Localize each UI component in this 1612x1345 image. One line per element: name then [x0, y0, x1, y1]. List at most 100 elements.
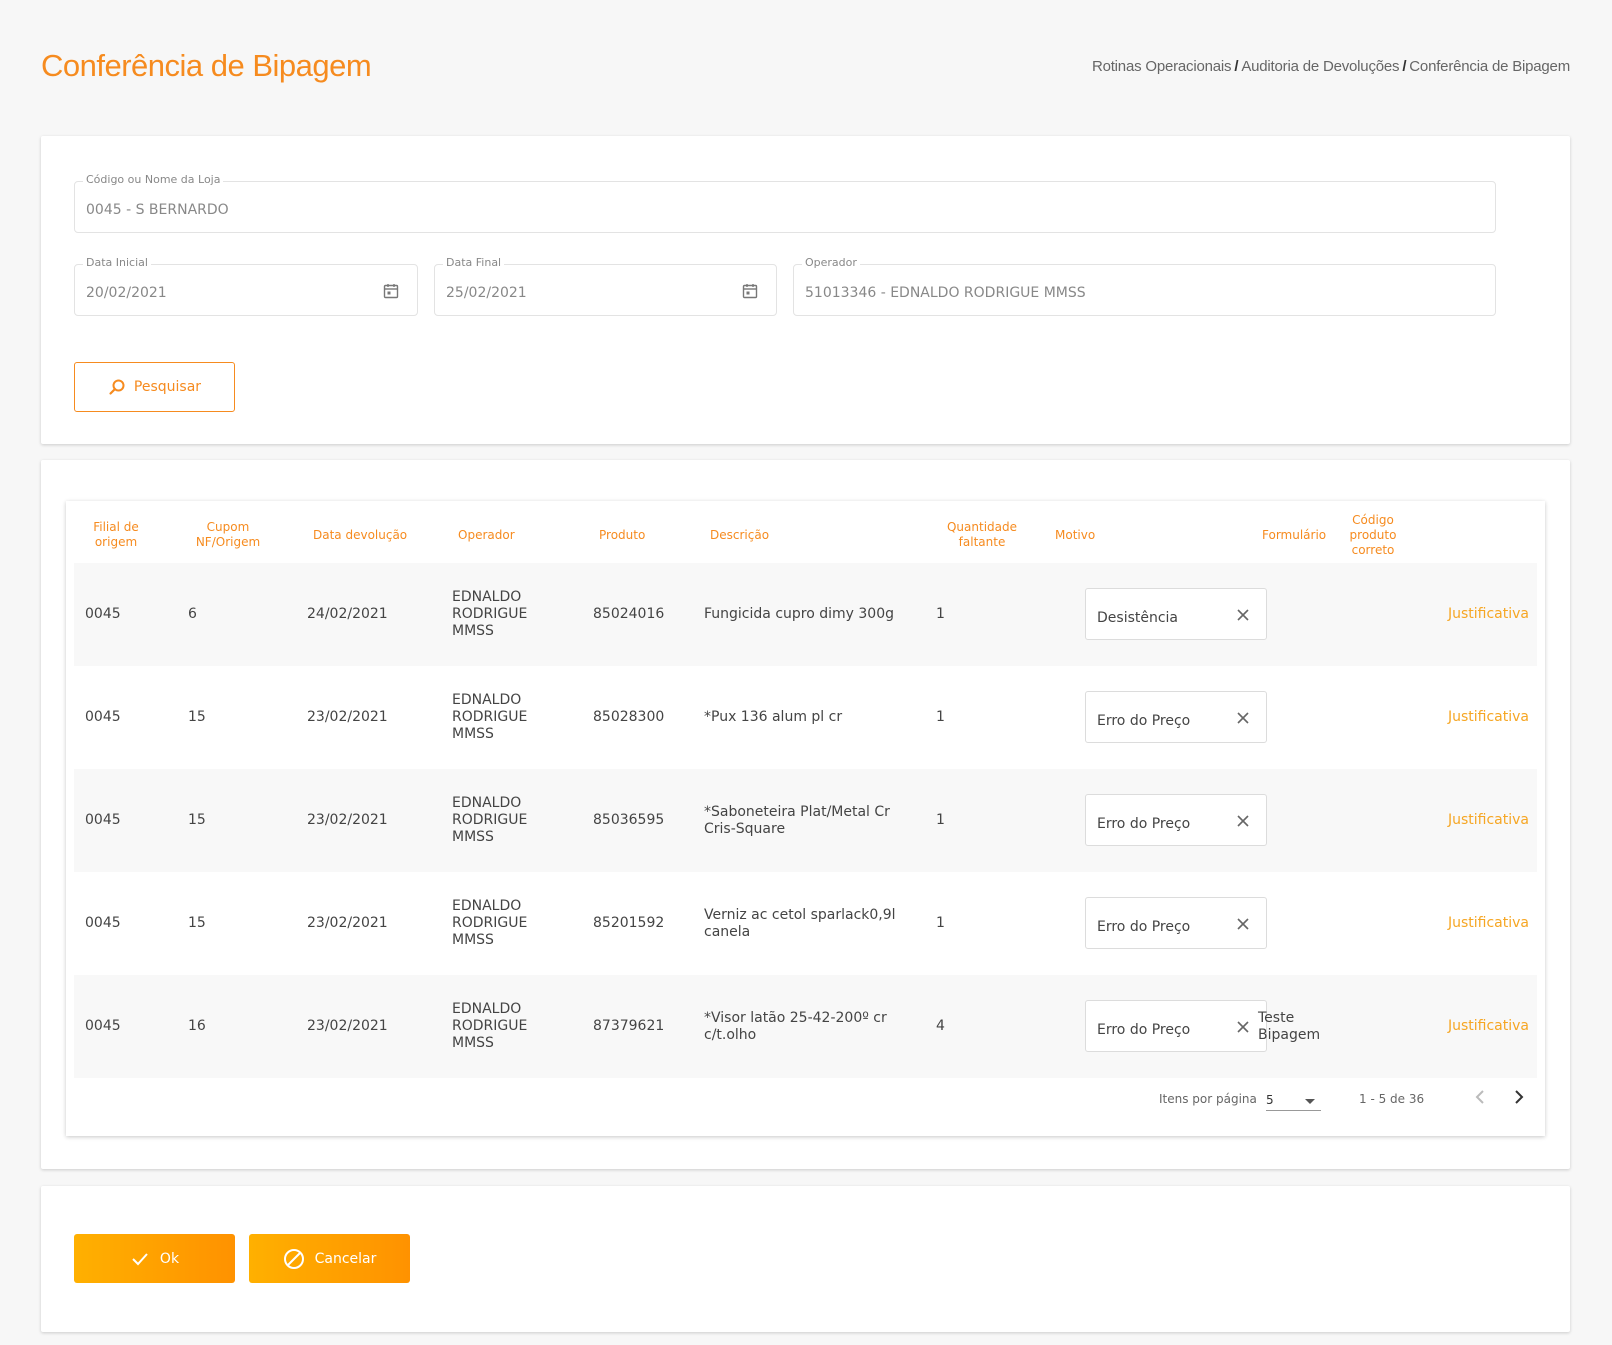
cell-data: 23/02/2021 — [307, 812, 388, 828]
search-icon — [109, 379, 125, 395]
table-row: 0045 15 23/02/2021 EDNALDO RODRIGUE MMSS 8… — [74, 872, 1537, 975]
filters-card: Código ou Nome da Loja 0045 - S BERNARDO… — [41, 136, 1570, 444]
data-final-label: Data Final — [443, 256, 505, 269]
cell-quantidade: 1 — [936, 606, 945, 622]
cell-operador: EDNALDO RODRIGUE MMSS — [452, 692, 528, 742]
cell-data: 23/02/2021 — [307, 915, 388, 931]
motivo-select[interactable]: Erro do Preço — [1085, 691, 1267, 743]
cell-formulario: Teste Bipagem — [1258, 1010, 1321, 1043]
cell-cupom: 15 — [188, 709, 206, 725]
page-range-label: 1 - 5 de 36 — [1359, 1092, 1425, 1106]
page-title: Conferência de Bipagem — [41, 48, 372, 83]
col-header-filial[interactable]: Filial de origem — [88, 520, 144, 550]
motivo-value: Erro do Preço — [1097, 713, 1191, 729]
caret-down-icon — [1305, 1099, 1315, 1104]
breadcrumb-separator: / — [1234, 58, 1239, 75]
cancel-icon — [283, 1248, 304, 1269]
loja-label: Código ou Nome da Loja — [83, 173, 224, 186]
close-icon[interactable] — [1236, 608, 1250, 622]
motivo-select[interactable]: Erro do Preço — [1085, 1000, 1267, 1052]
motivo-select[interactable]: Erro do Preço — [1085, 897, 1267, 949]
table-row: 0045 15 23/02/2021 EDNALDO RODRIGUE MMSS 8… — [74, 769, 1537, 872]
close-icon[interactable] — [1236, 1020, 1250, 1034]
cell-produto: 85028300 — [593, 709, 665, 725]
loja-field[interactable]: Código ou Nome da Loja 0045 - S BERNARDO — [74, 173, 1496, 233]
justificativa-link[interactable]: Justificativa — [1448, 709, 1529, 725]
cell-filial: 0045 — [85, 1018, 121, 1034]
operador-field[interactable]: Operador 51013346 - EDNALDO RODRIGUE MMS… — [793, 256, 1496, 316]
page-size-select[interactable]: 5 — [1266, 1089, 1321, 1111]
cell-descricao: *Visor latão 25-42-200º cr c/t.olho — [704, 1010, 887, 1043]
cell-produto: 85036595 — [593, 812, 665, 828]
calendar-icon[interactable] — [742, 283, 758, 299]
motivo-select[interactable]: Erro do Preço — [1085, 794, 1267, 846]
col-header-formulario[interactable]: Formulário — [1262, 528, 1326, 543]
motivo-value: Erro do Preço — [1097, 919, 1191, 935]
cell-descricao: Fungicida cupro dimy 300g — [704, 606, 894, 622]
cell-filial: 0045 — [85, 915, 121, 931]
cell-cupom: 6 — [188, 606, 197, 622]
data-inicial-field[interactable]: Data Inicial 20/02/2021 — [74, 256, 418, 316]
pesquisar-button[interactable]: Pesquisar — [74, 362, 235, 412]
data-final-field[interactable]: Data Final 25/02/2021 — [434, 256, 777, 316]
operador-value: 51013346 - EDNALDO RODRIGUE MMSS — [805, 285, 1086, 301]
breadcrumb-item-current: Conferência de Bipagem — [1409, 58, 1570, 75]
close-icon[interactable] — [1236, 917, 1250, 931]
cell-quantidade: 1 — [936, 915, 945, 931]
loja-value: 0045 - S BERNARDO — [86, 202, 229, 218]
cell-filial: 0045 — [85, 812, 121, 828]
col-header-motivo[interactable]: Motivo — [1055, 528, 1095, 543]
breadcrumb-item-rotinas[interactable]: Rotinas Operacionais — [1092, 58, 1232, 75]
col-header-quantidade[interactable]: Quantidade faltante — [942, 520, 1022, 550]
motivo-select[interactable]: Desistência — [1085, 588, 1267, 640]
col-header-codigo[interactable]: Código produto correto — [1338, 513, 1408, 558]
ok-label: Ok — [159, 1250, 180, 1267]
cell-cupom: 16 — [188, 1018, 206, 1034]
page-size-value: 5 — [1266, 1093, 1274, 1107]
col-header-operador[interactable]: Operador — [458, 528, 515, 543]
chevron-right-icon[interactable] — [1507, 1085, 1531, 1109]
cell-operador: EDNALDO RODRIGUE MMSS — [452, 589, 528, 639]
data-inicial-value: 20/02/2021 — [86, 285, 167, 301]
cell-descricao: *Pux 136 alum pl cr — [704, 709, 843, 725]
justificativa-link[interactable]: Justificativa — [1448, 1018, 1529, 1034]
cell-operador: EDNALDO RODRIGUE MMSS — [452, 898, 528, 948]
cancel-button[interactable]: Cancelar — [249, 1234, 410, 1283]
cell-data: 23/02/2021 — [307, 1018, 388, 1034]
paginator: Itens por página 5 1 - 5 de 36 — [66, 1063, 1545, 1136]
breadcrumb-item-auditoria[interactable]: Auditoria de Devoluções — [1241, 58, 1399, 75]
cell-produto: 85201592 — [593, 915, 665, 931]
calendar-icon[interactable] — [383, 283, 399, 299]
cell-operador: EDNALDO RODRIGUE MMSS — [452, 1001, 528, 1051]
col-header-descricao[interactable]: Descrição — [710, 528, 769, 543]
check-icon — [132, 1252, 148, 1265]
ok-button[interactable]: Ok — [74, 1234, 235, 1283]
chevron-left-icon[interactable] — [1468, 1085, 1492, 1109]
data-final-value: 25/02/2021 — [446, 285, 527, 301]
breadcrumb: Rotinas Operacionais / Auditoria de Devolu… — [1092, 58, 1570, 75]
justificativa-link[interactable]: Justificativa — [1448, 812, 1529, 828]
justificativa-link[interactable]: Justificativa — [1448, 915, 1529, 931]
cancel-label: Cancelar — [314, 1250, 377, 1267]
col-header-cupom[interactable]: Cupom NF/Origem — [188, 520, 268, 550]
cell-quantidade: 4 — [936, 1018, 945, 1034]
cell-cupom: 15 — [188, 812, 206, 828]
cell-filial: 0045 — [85, 606, 121, 622]
motivo-value: Erro do Preço — [1097, 816, 1191, 832]
justificativa-link[interactable]: Justificativa — [1448, 606, 1529, 622]
close-icon[interactable] — [1236, 814, 1250, 828]
cell-produto: 87379621 — [593, 1018, 665, 1034]
table-row: 0045 15 23/02/2021 EDNALDO RODRIGUE MMSS 8… — [74, 666, 1537, 769]
cell-data: 24/02/2021 — [307, 606, 388, 622]
cell-cupom: 15 — [188, 915, 206, 931]
items-per-page-label: Itens por página — [1159, 1092, 1257, 1106]
motivo-value: Desistência — [1097, 610, 1179, 626]
table-header: Filial de origem Cupom NF/Origem Data devo… — [66, 501, 1545, 563]
col-header-data[interactable]: Data devolução — [313, 528, 407, 543]
close-icon[interactable] — [1236, 711, 1250, 725]
breadcrumb-separator: / — [1402, 58, 1407, 75]
col-header-produto[interactable]: Produto — [599, 528, 645, 543]
operador-label: Operador — [802, 256, 860, 269]
motivo-value: Erro do Preço — [1097, 1022, 1191, 1038]
results-table: Filial de origem Cupom NF/Origem Data devo… — [66, 501, 1545, 1136]
